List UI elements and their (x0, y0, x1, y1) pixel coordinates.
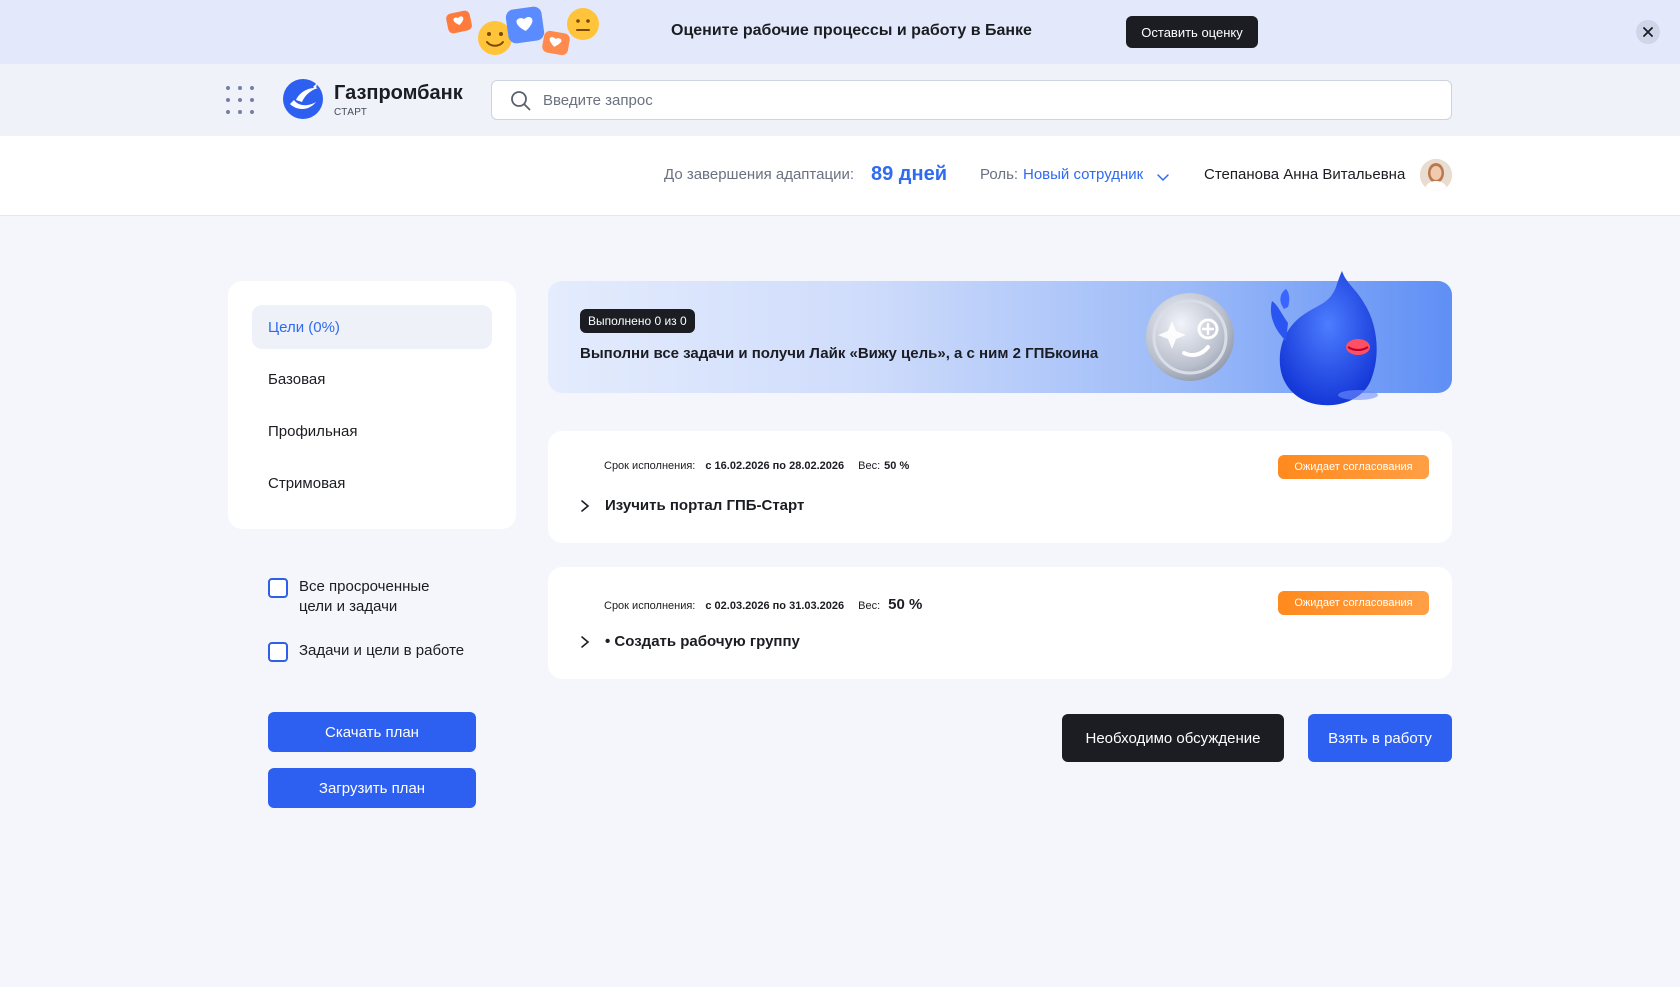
weight-label: Вес: (858, 600, 881, 612)
weight-label: Вес: (858, 460, 881, 472)
chevron-down-icon[interactable] (1156, 170, 1170, 184)
reward-text: Выполни все задачи и получи Лайк «Вижу ц… (580, 345, 1099, 362)
in-work-checkbox[interactable] (268, 642, 288, 662)
role-label: Роль: (980, 166, 1019, 183)
task-title[interactable]: • Создать рабочую группу (605, 633, 800, 650)
sidebar-item-profile[interactable]: Профильная (252, 409, 492, 453)
feedback-emoji-illustration (446, 6, 599, 56)
brand-subtitle: СТАРТ (334, 107, 368, 118)
in-work-checkbox-label: Задачи и цели в работе (299, 642, 465, 659)
needs-discussion-button[interactable]: Необходимо обсуждение (1062, 714, 1284, 762)
reward-banner: Выполнено 0 из 0 Выполни все задачи и по… (548, 271, 1452, 406)
deadline-dates: с 02.03.2026 по 31.03.2026 (705, 600, 845, 612)
overdue-checkbox[interactable] (268, 578, 288, 598)
overdue-checkbox-label: Все просроченные цели и задачи (299, 578, 430, 615)
completed-badge: Выполнено 0 из 0 (580, 309, 695, 333)
sidebar-item-stream[interactable]: Стримовая (252, 461, 492, 505)
brand-name: Газпромбанк (334, 82, 463, 104)
weight-value: 50 % (888, 596, 923, 613)
feedback-banner-text: Оцените рабочие процессы и работу в Банк… (671, 22, 1032, 39)
goals-sidebar: Цели (0%) Базовая Профильная Стримовая (228, 281, 516, 529)
task-meta: Срок исполнения: с 02.03.2026 по 31.03.2… (604, 596, 922, 613)
user-name[interactable]: Степанова Анна Витальевна (1204, 166, 1405, 183)
status-badge: Ожидает согласования (1278, 455, 1429, 479)
chevron-right-icon[interactable] (578, 499, 592, 513)
close-icon (1643, 27, 1653, 37)
weight-value: 50 % (884, 460, 910, 472)
chevron-right-icon[interactable] (578, 635, 592, 649)
search-icon (511, 91, 531, 111)
close-banner-button[interactable] (1636, 20, 1660, 44)
role-dropdown[interactable]: Новый сотрудник (1023, 166, 1143, 183)
download-plan-button[interactable]: Скачать план (268, 712, 476, 752)
sidebar-item-basic[interactable]: Базовая (252, 357, 492, 401)
adaptation-label: До завершения адаптации: (664, 166, 854, 183)
coin-medal-icon (1146, 293, 1234, 381)
search-input[interactable] (543, 81, 1433, 119)
mascot-illustration (1270, 271, 1378, 406)
deadline-label: Срок исполнения: (604, 600, 696, 612)
take-to-work-button[interactable]: Взять в работу (1308, 714, 1452, 762)
leave-rating-button[interactable]: Оставить оценку (1126, 16, 1258, 48)
deadline-label: Срок исполнения: (604, 460, 696, 472)
apps-menu-icon[interactable] (226, 86, 254, 114)
gazprombank-logo-icon[interactable] (282, 78, 324, 120)
search-bar[interactable] (491, 80, 1452, 120)
avatar[interactable] (1420, 159, 1452, 191)
filter-in-work[interactable]: Задачи и цели в работе (268, 641, 464, 662)
deadline-dates: с 16.02.2026 по 28.02.2026 (705, 460, 845, 472)
feedback-banner: Оцените рабочие процессы и работу в Банк… (0, 0, 1680, 64)
task-title[interactable]: Изучить портал ГПБ-Старт (605, 497, 804, 514)
status-badge: Ожидает согласования (1278, 591, 1429, 615)
filter-overdue[interactable]: Все просроченные цели и задачи (268, 577, 430, 617)
user-photo-icon (1420, 159, 1452, 191)
task-card: Срок исполнения: с 16.02.2026 по 28.02.2… (548, 431, 1452, 543)
task-card: Срок исполнения: с 02.03.2026 по 31.03.2… (548, 567, 1452, 679)
sidebar-item-goals[interactable]: Цели (0%) (252, 305, 492, 349)
upload-plan-button[interactable]: Загрузить план (268, 768, 476, 808)
adaptation-days-value: 89 дней (871, 163, 947, 185)
task-meta: Срок исполнения: с 16.02.2026 по 28.02.2… (604, 460, 909, 472)
